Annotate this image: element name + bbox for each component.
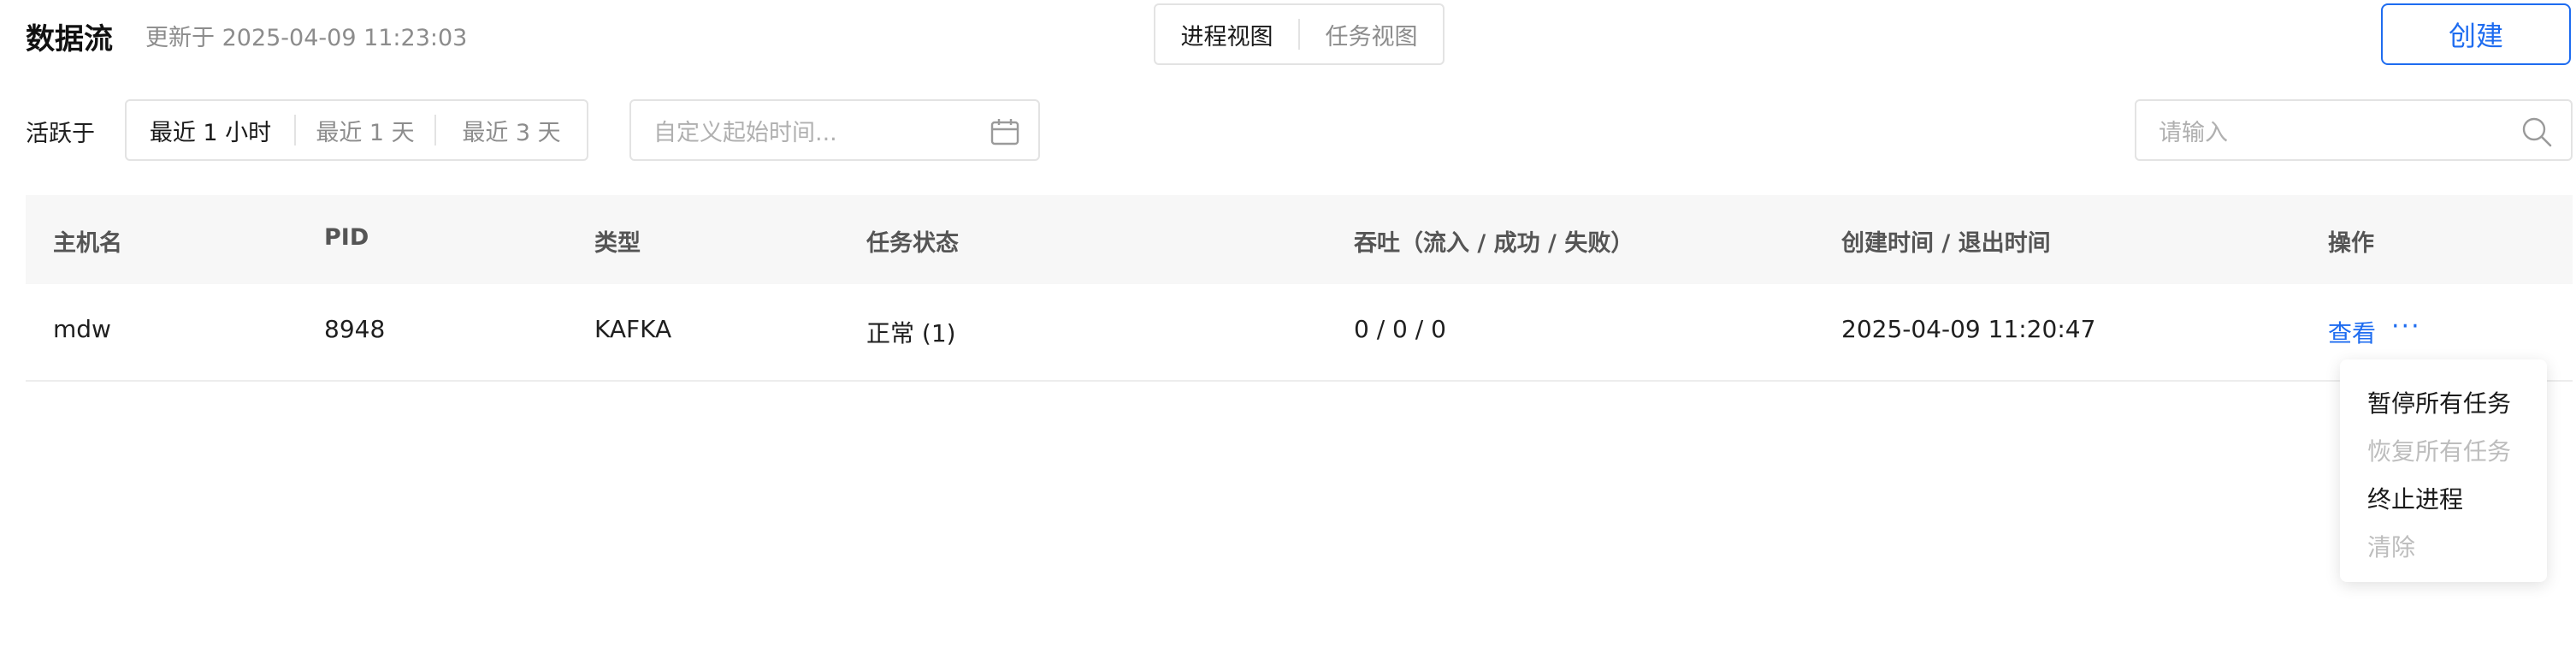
- actions-dropdown-menu: 暂停所有任务 恢复所有任务 终止进程 清除: [2340, 359, 2547, 582]
- view-link[interactable]: 查看: [2328, 315, 2376, 349]
- cell-time: 2025-04-09 11:20:47: [1841, 315, 2096, 343]
- start-time-picker[interactable]: 自定义起始时间...: [629, 99, 1040, 161]
- cell-status: 正常 (1): [866, 319, 956, 347]
- more-actions-icon[interactable]: ···: [2391, 312, 2421, 341]
- column-header-type: 类型: [594, 230, 641, 257]
- menu-item-terminate[interactable]: 终止进程: [2367, 481, 2463, 515]
- active-in-label: 活跃于: [26, 121, 95, 147]
- cell-host: mdw: [53, 315, 111, 343]
- menu-item-clear: 清除: [2367, 533, 2416, 561]
- row-divider: [26, 380, 2573, 382]
- time-range-selector: 最近 1 小时 最近 1 天 最近 3 天: [125, 99, 588, 161]
- menu-item-resume-all: 恢复所有任务: [2367, 437, 2512, 466]
- table-header: [26, 195, 2573, 284]
- column-header-host: 主机名: [53, 230, 122, 257]
- start-time-placeholder: 自定义起始时间...: [653, 119, 837, 146]
- search-icon[interactable]: [2521, 116, 2552, 147]
- column-header-pid: PID: [324, 224, 369, 251]
- page-title: 数据流: [26, 22, 113, 56]
- calendar-icon: [990, 119, 1019, 145]
- time-option-1d[interactable]: 最近 1 天: [296, 101, 434, 159]
- column-header-actions: 操作: [2328, 230, 2374, 257]
- tab-process-view[interactable]: 进程视图: [1155, 18, 1298, 51]
- time-option-1h[interactable]: 最近 1 小时: [127, 101, 294, 159]
- cell-pid: 8948: [324, 315, 386, 343]
- create-button[interactable]: 创建: [2381, 3, 2571, 65]
- search-input[interactable]: 请输入: [2135, 99, 2573, 161]
- tab-task-view[interactable]: 任务视图: [1300, 18, 1443, 51]
- column-header-throughput: 吞吐（流入 / 成功 / 失败）: [1354, 230, 1634, 257]
- time-option-3d[interactable]: 最近 3 天: [436, 101, 587, 159]
- view-switch: 进程视图 任务视图: [1154, 3, 1445, 65]
- cell-throughput: 0 / 0 / 0: [1354, 315, 1446, 343]
- column-header-status: 任务状态: [866, 230, 959, 257]
- column-header-time: 创建时间 / 退出时间: [1841, 230, 2051, 257]
- search-placeholder: 请输入: [2159, 119, 2228, 146]
- cell-type: KAFKA: [594, 315, 672, 343]
- updated-timestamp: 更新于 2025-04-09 11:23:03: [145, 25, 468, 51]
- menu-item-pause-all[interactable]: 暂停所有任务: [2367, 385, 2511, 419]
